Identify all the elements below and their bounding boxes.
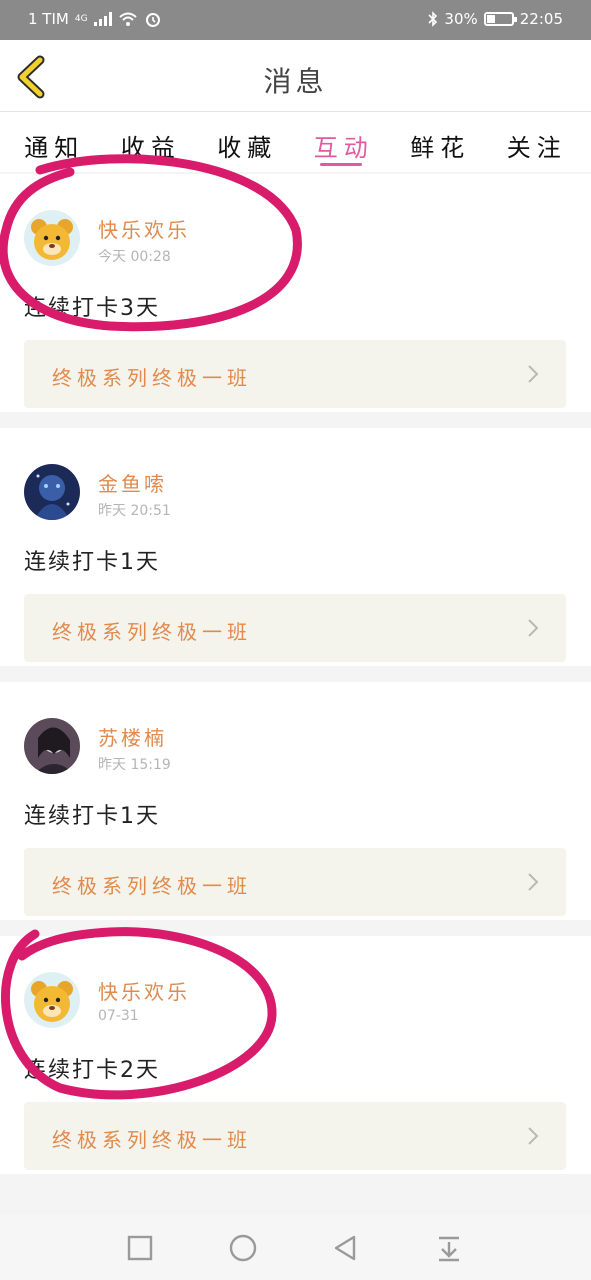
bear-avatar[interactable]	[24, 210, 80, 266]
course-title: 终极系列终极一班	[52, 366, 252, 390]
bluetooth-icon	[428, 11, 438, 27]
message-time: 今天 00:28	[98, 249, 171, 265]
tab-earnings[interactable]: 收益	[121, 112, 181, 172]
tab-following[interactable]: 关注	[507, 112, 567, 172]
message-text: 连续打卡1天	[24, 550, 160, 575]
network-label: 4G	[74, 14, 88, 24]
chevron-right-icon	[528, 1127, 539, 1145]
course-title: 终极系列终极一班	[52, 1128, 252, 1152]
message-card[interactable]: 快乐欢乐 今天 00:28 连续打卡3天 终极系列终极一班	[0, 174, 591, 412]
sender-name[interactable]: 快乐欢乐	[98, 976, 190, 1005]
course-title: 终极系列终极一班	[52, 874, 252, 898]
app-header: 消息	[0, 40, 591, 112]
triangle-back-icon[interactable]	[330, 1232, 362, 1264]
status-left: 1 TIM 4G	[28, 10, 162, 28]
course-link[interactable]: 终极系列终极一班	[24, 848, 566, 916]
sender-name[interactable]: 快乐欢乐	[98, 214, 190, 243]
chevron-right-icon	[528, 873, 539, 891]
message-text: 连续打卡1天	[24, 804, 160, 829]
signal-icon	[93, 12, 112, 26]
course-link[interactable]: 终极系列终极一班	[24, 594, 566, 662]
battery-icon	[483, 12, 517, 26]
course-title: 终极系列终极一班	[52, 620, 252, 644]
tab-notice[interactable]: 通知	[24, 112, 84, 172]
course-link[interactable]: 终极系列终极一班	[24, 1102, 566, 1170]
status-right: 30% 22:05	[428, 10, 563, 28]
pull-down-icon[interactable]	[433, 1232, 465, 1264]
message-time: 昨天 15:19	[98, 757, 171, 773]
wifi-icon	[118, 12, 137, 26]
alarm-icon	[145, 13, 160, 27]
course-link[interactable]: 终极系列终极一班	[24, 340, 566, 408]
tab-interaction[interactable]: 互动	[314, 112, 374, 172]
square-icon[interactable]	[124, 1232, 156, 1264]
chevron-right-icon	[528, 619, 539, 637]
page-title: 消息	[263, 65, 328, 98]
photo-avatar[interactable]	[24, 718, 80, 774]
message-text: 连续打卡2天	[24, 1058, 160, 1083]
message-time: 07-31	[98, 1008, 139, 1024]
anime-avatar[interactable]	[24, 464, 80, 520]
system-nav-bar	[0, 1214, 591, 1280]
message-time: 昨天 20:51	[98, 503, 171, 519]
sender-name[interactable]: 苏楼楠	[98, 722, 167, 751]
tab-favorites[interactable]: 收藏	[217, 112, 277, 172]
message-text: 连续打卡3天	[24, 296, 160, 321]
battery-percent: 30%	[444, 10, 478, 28]
carrier-label: 1 TIM	[28, 10, 69, 28]
chevron-right-icon	[528, 365, 539, 383]
clock: 22:05	[519, 10, 563, 28]
tab-flowers[interactable]: 鲜花	[410, 112, 470, 172]
message-card[interactable]: 快乐欢乐 07-31 连续打卡2天 终极系列终极一班	[0, 936, 591, 1174]
circle-icon[interactable]	[227, 1232, 259, 1264]
message-card[interactable]: 苏楼楠 昨天 15:19 连续打卡1天 终极系列终极一班	[0, 682, 591, 920]
status-bar: 1 TIM 4G 30% 22:05	[0, 0, 591, 40]
bear-avatar[interactable]	[24, 972, 80, 1028]
battery-level	[486, 15, 495, 23]
message-card[interactable]: 金鱼嗦 昨天 20:51 连续打卡1天 终极系列终极一班	[0, 428, 591, 666]
sender-name[interactable]: 金鱼嗦	[98, 468, 167, 497]
tab-bar: 通知 收益 收藏 互动 鲜花 关注	[0, 112, 591, 172]
